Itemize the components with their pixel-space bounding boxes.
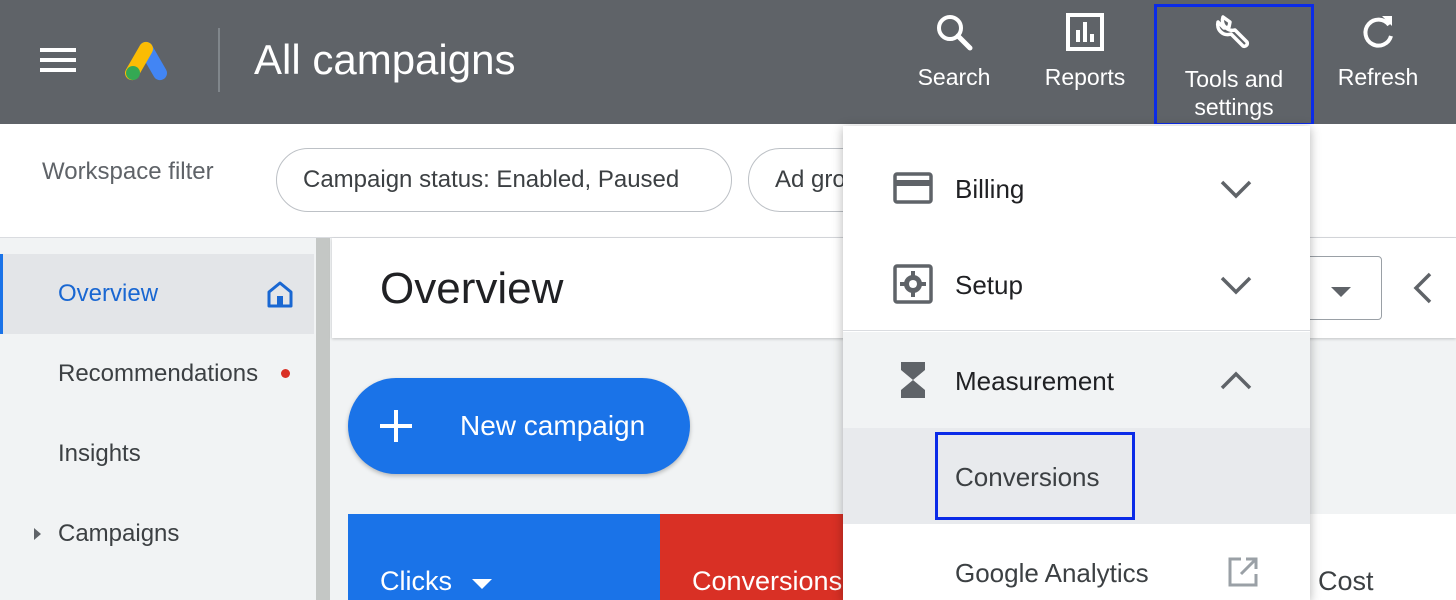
dropdown-arrow-icon xyxy=(1331,287,1351,297)
sidebar-item-label: Campaigns xyxy=(58,520,180,547)
reports-icon xyxy=(1066,13,1104,51)
new-campaign-button[interactable]: New campaign xyxy=(348,378,690,474)
menu-item-conversions[interactable]: Conversions xyxy=(843,428,1310,524)
menu-section-setup[interactable]: Setup xyxy=(843,236,1310,332)
new-campaign-label: New campaign xyxy=(460,410,646,441)
reports-button[interactable]: Reports xyxy=(1030,0,1140,124)
page-header-title: All campaigns xyxy=(254,36,516,83)
chevron-down-icon xyxy=(1220,276,1252,295)
conversions-metric-card[interactable]: Conversions xyxy=(660,514,860,600)
clicks-metric-card[interactable]: Clicks xyxy=(348,514,660,600)
chevron-up-icon xyxy=(1220,371,1252,390)
reports-button-label: Reports xyxy=(1044,64,1126,90)
header-divider xyxy=(218,28,220,92)
top-app-bar: All campaigns Search Reports Tools and s… xyxy=(0,0,1456,126)
refresh-icon xyxy=(1363,16,1393,48)
page-title: Overview xyxy=(380,264,564,313)
sidebar-scrollbar[interactable] xyxy=(316,238,330,600)
sidebar-item-label: Overview xyxy=(58,280,159,307)
metric-label: Conversions xyxy=(692,566,843,596)
metric-label: Clicks xyxy=(380,566,452,596)
search-icon xyxy=(937,15,973,51)
search-button-label: Search xyxy=(917,64,991,90)
menu-section-label: Billing xyxy=(955,174,1025,204)
dropdown-arrow-icon[interactable] xyxy=(472,579,492,589)
workspace-filter-label: Workspace filter xyxy=(42,158,214,185)
left-nav: Overview Recommendations Insights Campai… xyxy=(0,238,314,600)
notification-dot xyxy=(281,369,290,378)
menu-item-google-analytics[interactable]: Google Analytics xyxy=(843,524,1310,600)
credit-card-icon xyxy=(893,172,933,204)
refresh-button-label: Refresh xyxy=(1337,64,1419,90)
gear-icon xyxy=(893,264,933,304)
hourglass-icon xyxy=(901,362,925,398)
google-ads-logo[interactable] xyxy=(124,38,174,82)
sidebar-item-insights[interactable]: Insights xyxy=(0,414,314,494)
expand-caret-icon[interactable] xyxy=(34,528,41,540)
menu-section-billing[interactable]: Billing xyxy=(843,140,1310,236)
refresh-button[interactable]: Refresh xyxy=(1330,0,1426,124)
menu-item-label: Google Analytics xyxy=(955,558,1149,588)
tools-and-settings-menu: Billing Setup Measurement Conversions Go… xyxy=(843,126,1310,600)
open-in-new-icon xyxy=(1228,557,1258,587)
metric-label: Cost xyxy=(1318,566,1374,596)
date-range-select[interactable] xyxy=(1302,256,1382,320)
sidebar-item-recommendations[interactable]: Recommendations xyxy=(0,334,314,414)
tools-and-settings-button[interactable]: Tools and settings xyxy=(1154,4,1314,126)
menu-item-label: Conversions xyxy=(955,462,1100,492)
menu-icon[interactable] xyxy=(40,48,76,72)
plus-icon xyxy=(380,410,412,442)
home-icon xyxy=(267,281,293,308)
wrench-icon xyxy=(1215,15,1250,49)
chevron-left-icon[interactable] xyxy=(1408,270,1438,306)
sidebar-item-campaigns[interactable]: Campaigns xyxy=(0,494,314,574)
menu-section-label: Measurement xyxy=(955,366,1114,396)
chevron-down-icon xyxy=(1220,180,1252,199)
campaign-status-filter-chip[interactable]: Campaign status: Enabled, Paused xyxy=(276,148,732,212)
search-button[interactable]: Search xyxy=(906,0,1002,124)
sidebar-item-overview[interactable]: Overview xyxy=(0,254,314,334)
menu-section-measurement[interactable]: Measurement xyxy=(843,332,1310,428)
tools-button-label: Tools and settings xyxy=(1184,66,1284,120)
menu-section-label: Setup xyxy=(955,270,1023,300)
menu-divider xyxy=(843,330,1310,331)
sidebar-item-label: Insights xyxy=(58,440,141,467)
cost-metric-card[interactable]: Cost xyxy=(1292,514,1456,600)
sidebar-item-label: Recommendations xyxy=(58,360,259,387)
